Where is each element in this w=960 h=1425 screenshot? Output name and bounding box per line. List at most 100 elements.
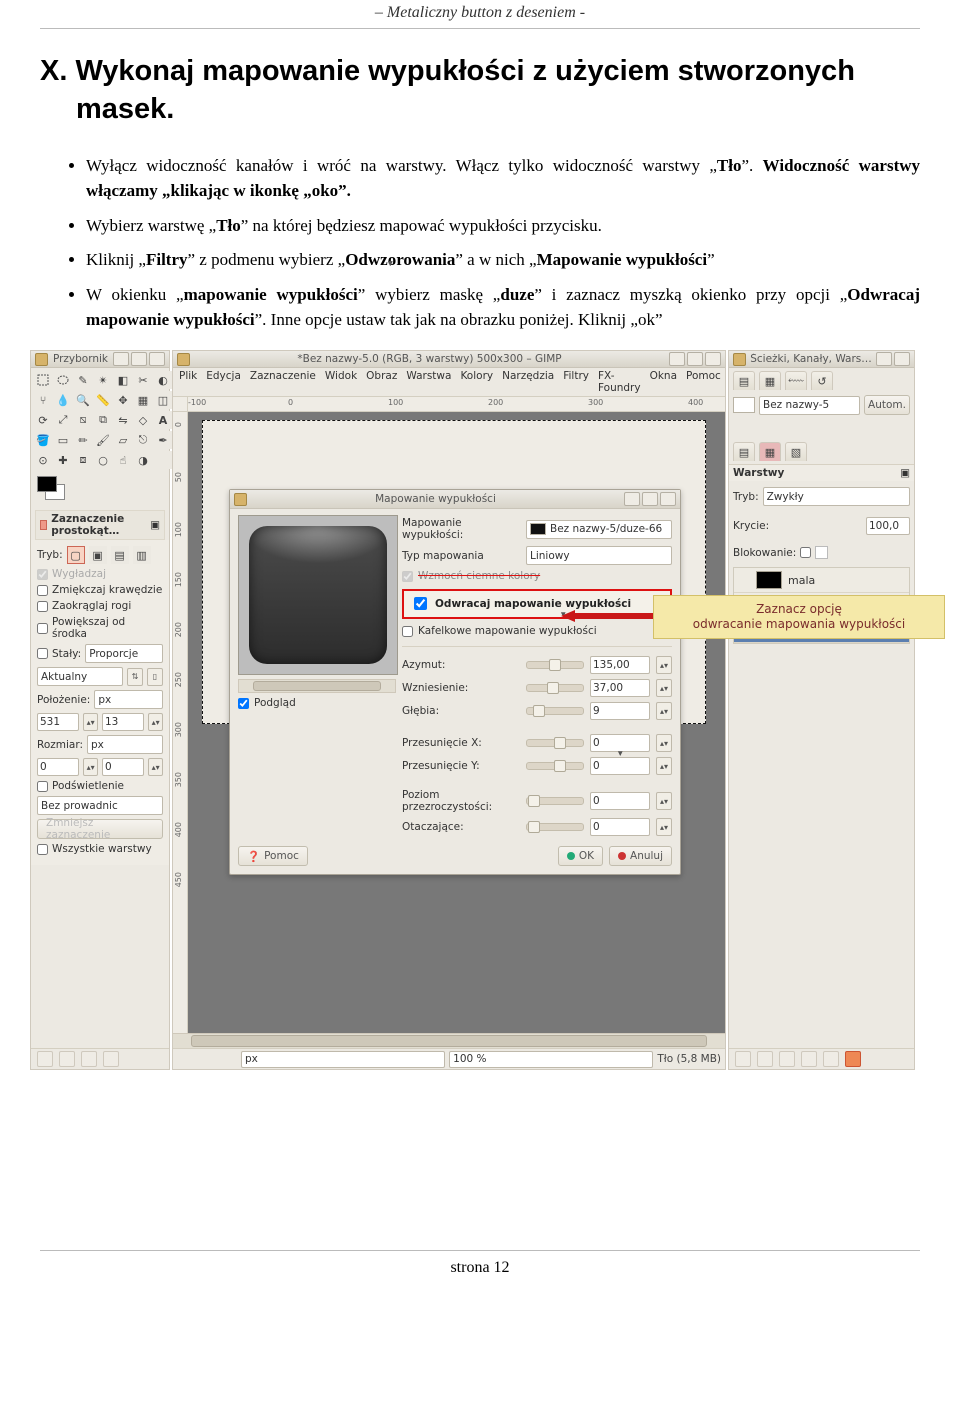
footer-delete-icon[interactable] xyxy=(81,1051,97,1067)
menu-item[interactable]: Okna xyxy=(650,370,677,394)
round-checkbox[interactable] xyxy=(37,601,48,612)
delete-layer-icon[interactable] xyxy=(845,1051,861,1067)
move-tool[interactable]: ✥ xyxy=(114,391,132,409)
yoffset-slider[interactable] xyxy=(526,762,584,770)
text-tool[interactable]: A xyxy=(154,411,172,429)
color-select-tool[interactable]: ◧ xyxy=(114,371,132,389)
blur-tool[interactable]: ○ xyxy=(94,451,112,469)
bucket-fill-tool[interactable]: 🪣 xyxy=(34,431,52,449)
pencil-tool[interactable]: ✏ xyxy=(74,431,92,449)
rect-select-tool[interactable] xyxy=(34,371,52,389)
guides-combo[interactable]: Bez prowadnic▾ xyxy=(37,796,163,815)
lasso-tool[interactable]: ✎ xyxy=(74,371,92,389)
close-icon[interactable] xyxy=(149,352,165,366)
strengthen-checkbox[interactable] xyxy=(402,571,413,582)
pos-y[interactable]: 13 xyxy=(102,713,144,731)
elevation-value[interactable]: 37,00 xyxy=(590,679,650,697)
fg-bg-colors[interactable] xyxy=(31,472,169,508)
highlight-checkbox[interactable] xyxy=(37,781,48,792)
expand-center-checkbox[interactable] xyxy=(37,623,48,634)
feather-checkbox[interactable] xyxy=(37,585,48,596)
ellipse-select-tool[interactable] xyxy=(54,371,72,389)
menu-item[interactable]: Warstwa xyxy=(406,370,451,394)
mode-intersect-icon[interactable]: ▥ xyxy=(133,546,151,564)
mode-subtract-icon[interactable]: ▤ xyxy=(111,546,129,564)
raise-layer-icon[interactable] xyxy=(757,1051,773,1067)
pos-x[interactable]: 531 xyxy=(37,713,79,731)
tab-layers-2[interactable]: ▤ xyxy=(733,442,755,461)
map-type-combo[interactable]: Liniowy▾ xyxy=(526,546,672,565)
duplicate-layer-icon[interactable] xyxy=(801,1051,817,1067)
close-icon[interactable] xyxy=(894,352,910,366)
align-tool[interactable]: ▦ xyxy=(134,391,152,409)
mode-add-icon[interactable]: ▣ xyxy=(89,546,107,564)
depth-value[interactable]: 9 xyxy=(590,702,650,720)
size-h[interactable]: 0 xyxy=(102,758,144,776)
fixed-checkbox[interactable] xyxy=(37,648,48,659)
fg-select-tool[interactable]: ◐ xyxy=(154,371,172,389)
image-selector[interactable]: Bez nazwy-5▾ xyxy=(759,396,860,415)
smudge-tool[interactable]: ☝ xyxy=(114,451,132,469)
menu-item[interactable]: FX-Foundry xyxy=(598,370,641,394)
shear-tool[interactable]: ⧅ xyxy=(74,411,92,429)
azimuth-slider[interactable] xyxy=(526,661,584,669)
close-icon[interactable] xyxy=(660,492,676,506)
maximize-icon[interactable] xyxy=(687,352,703,366)
scale-tool[interactable]: ⤢ xyxy=(54,411,72,429)
elevation-slider[interactable] xyxy=(526,684,584,692)
anchor-layer-icon[interactable] xyxy=(823,1051,839,1067)
layer-row[interactable]: mala xyxy=(734,568,909,593)
heal-tool[interactable]: ✚ xyxy=(54,451,72,469)
opacity-value[interactable]: 100,0 xyxy=(866,517,910,535)
menu-item[interactable]: Zaznaczenie xyxy=(250,370,316,394)
yoffset-value[interactable]: 0 xyxy=(590,757,650,775)
blend-mode[interactable]: Zwykły▾ xyxy=(763,487,910,506)
menu-item[interactable]: Pomoc xyxy=(686,370,721,394)
cage-tool[interactable]: ◇ xyxy=(134,411,152,429)
blend-tool[interactable]: ▭ xyxy=(54,431,72,449)
bump-map-source[interactable]: Bez nazwy-5/duze-66▾ xyxy=(526,520,672,539)
perspective-tool[interactable]: ⧉ xyxy=(94,411,112,429)
perspective-clone-tool[interactable]: ⧈ xyxy=(74,451,92,469)
scissors-tool[interactable]: ✂ xyxy=(134,371,152,389)
fixed-combo[interactable]: Proporcje▾ xyxy=(85,644,163,663)
xoffset-slider[interactable] xyxy=(526,739,584,747)
antialias-checkbox[interactable] xyxy=(37,569,48,580)
mode-replace-icon[interactable]: ▢ xyxy=(67,546,85,564)
invert-checkbox[interactable] xyxy=(414,597,427,610)
menu-item[interactable]: Widok xyxy=(325,370,357,394)
minimize-icon[interactable] xyxy=(876,352,892,366)
lock-pixels[interactable] xyxy=(800,547,811,558)
h-scrollbar[interactable] xyxy=(173,1033,725,1048)
menu-item[interactable]: Plik xyxy=(179,370,197,394)
tab-paths-2[interactable]: ▧ xyxy=(785,442,807,461)
cancel-button[interactable]: Anuluj xyxy=(609,846,672,866)
preview-hscroll[interactable] xyxy=(238,679,396,693)
maximize-icon[interactable] xyxy=(131,352,147,366)
ambient-value[interactable]: 0 xyxy=(590,818,650,836)
lower-layer-icon[interactable] xyxy=(779,1051,795,1067)
tile-checkbox[interactable] xyxy=(402,626,413,637)
airbrush-tool[interactable]: ⎋ xyxy=(134,431,152,449)
size-w[interactable]: 0 xyxy=(37,758,79,776)
maximize-icon[interactable] xyxy=(642,492,658,506)
xoffset-value[interactable]: 0 xyxy=(590,734,650,752)
auto-button[interactable]: Autom. xyxy=(864,395,910,415)
ambient-slider[interactable] xyxy=(526,823,584,831)
tab-paths[interactable]: ⬳ xyxy=(785,371,807,390)
help-button[interactable]: ❓ Pomoc xyxy=(238,846,308,866)
tab-channels-2[interactable]: ▦ xyxy=(759,442,781,461)
fg-color-swatch[interactable] xyxy=(37,476,57,492)
footer-reset-icon[interactable] xyxy=(103,1051,119,1067)
footer-revert-icon[interactable] xyxy=(59,1051,75,1067)
preview-checkbox[interactable] xyxy=(238,698,249,709)
azimuth-value[interactable]: 135,00 xyxy=(590,656,650,674)
crop-tool[interactable]: ◫ xyxy=(154,391,172,409)
color-picker-tool[interactable]: 💧 xyxy=(54,391,72,409)
flip-tool[interactable]: ⇋ xyxy=(114,411,132,429)
status-unit[interactable]: px▾ xyxy=(241,1051,445,1068)
rotate-tool[interactable]: ⟳ xyxy=(34,411,52,429)
clone-tool[interactable]: ⊙ xyxy=(34,451,52,469)
tab-undo[interactable]: ↺ xyxy=(811,371,833,390)
tab-channels[interactable]: ▦ xyxy=(759,371,781,390)
